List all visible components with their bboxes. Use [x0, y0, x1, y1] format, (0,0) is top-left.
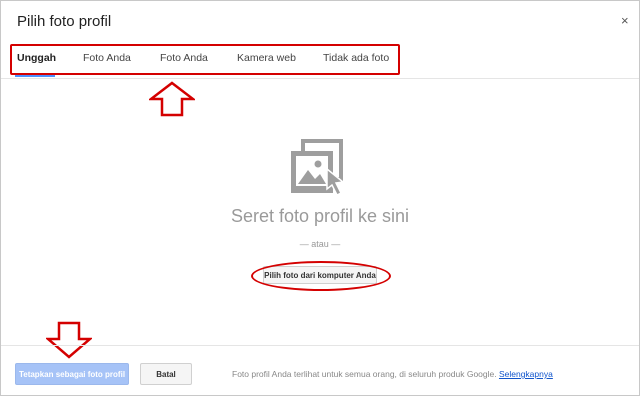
tab-your-photos[interactable]: Foto Anda	[83, 52, 131, 64]
tab-photos-of-you[interactable]: Foto Anda	[160, 52, 208, 64]
learn-more-link[interactable]: Selengkapnya	[499, 369, 553, 379]
tab-bar: Unggah Foto Anda Foto Anda Kamera web Ti…	[1, 45, 639, 75]
photo-upload-icon	[291, 139, 345, 197]
tab-upload[interactable]: Unggah	[17, 52, 56, 64]
annotation-down-arrow	[46, 321, 92, 359]
footer-note: Foto profil Anda terlihat untuk semua or…	[232, 369, 553, 379]
active-tab-indicator	[15, 75, 55, 77]
cancel-button[interactable]: Batal	[140, 363, 192, 385]
drop-zone-text: Seret foto profil ke sini	[230, 206, 410, 226]
or-separator: — atau —	[299, 239, 341, 249]
choose-from-computer-button[interactable]: Pilih foto dari komputer Anda	[263, 266, 377, 284]
visibility-note: Foto profil Anda terlihat untuk semua or…	[232, 369, 499, 379]
tabs-divider	[1, 78, 639, 79]
set-as-profile-photo-button[interactable]: Tetapkan sebagai foto profil	[15, 363, 129, 385]
tab-webcam[interactable]: Kamera web	[237, 52, 296, 64]
annotation-up-arrow	[149, 81, 195, 117]
close-icon[interactable]: ×	[621, 13, 629, 28]
dialog-title: Pilih foto profil	[17, 13, 112, 30]
profile-photo-dialog: Pilih foto profil × Unggah Foto Anda Fot…	[0, 0, 640, 396]
tab-no-photo[interactable]: Tidak ada foto	[323, 52, 389, 64]
footer-divider	[1, 345, 639, 346]
